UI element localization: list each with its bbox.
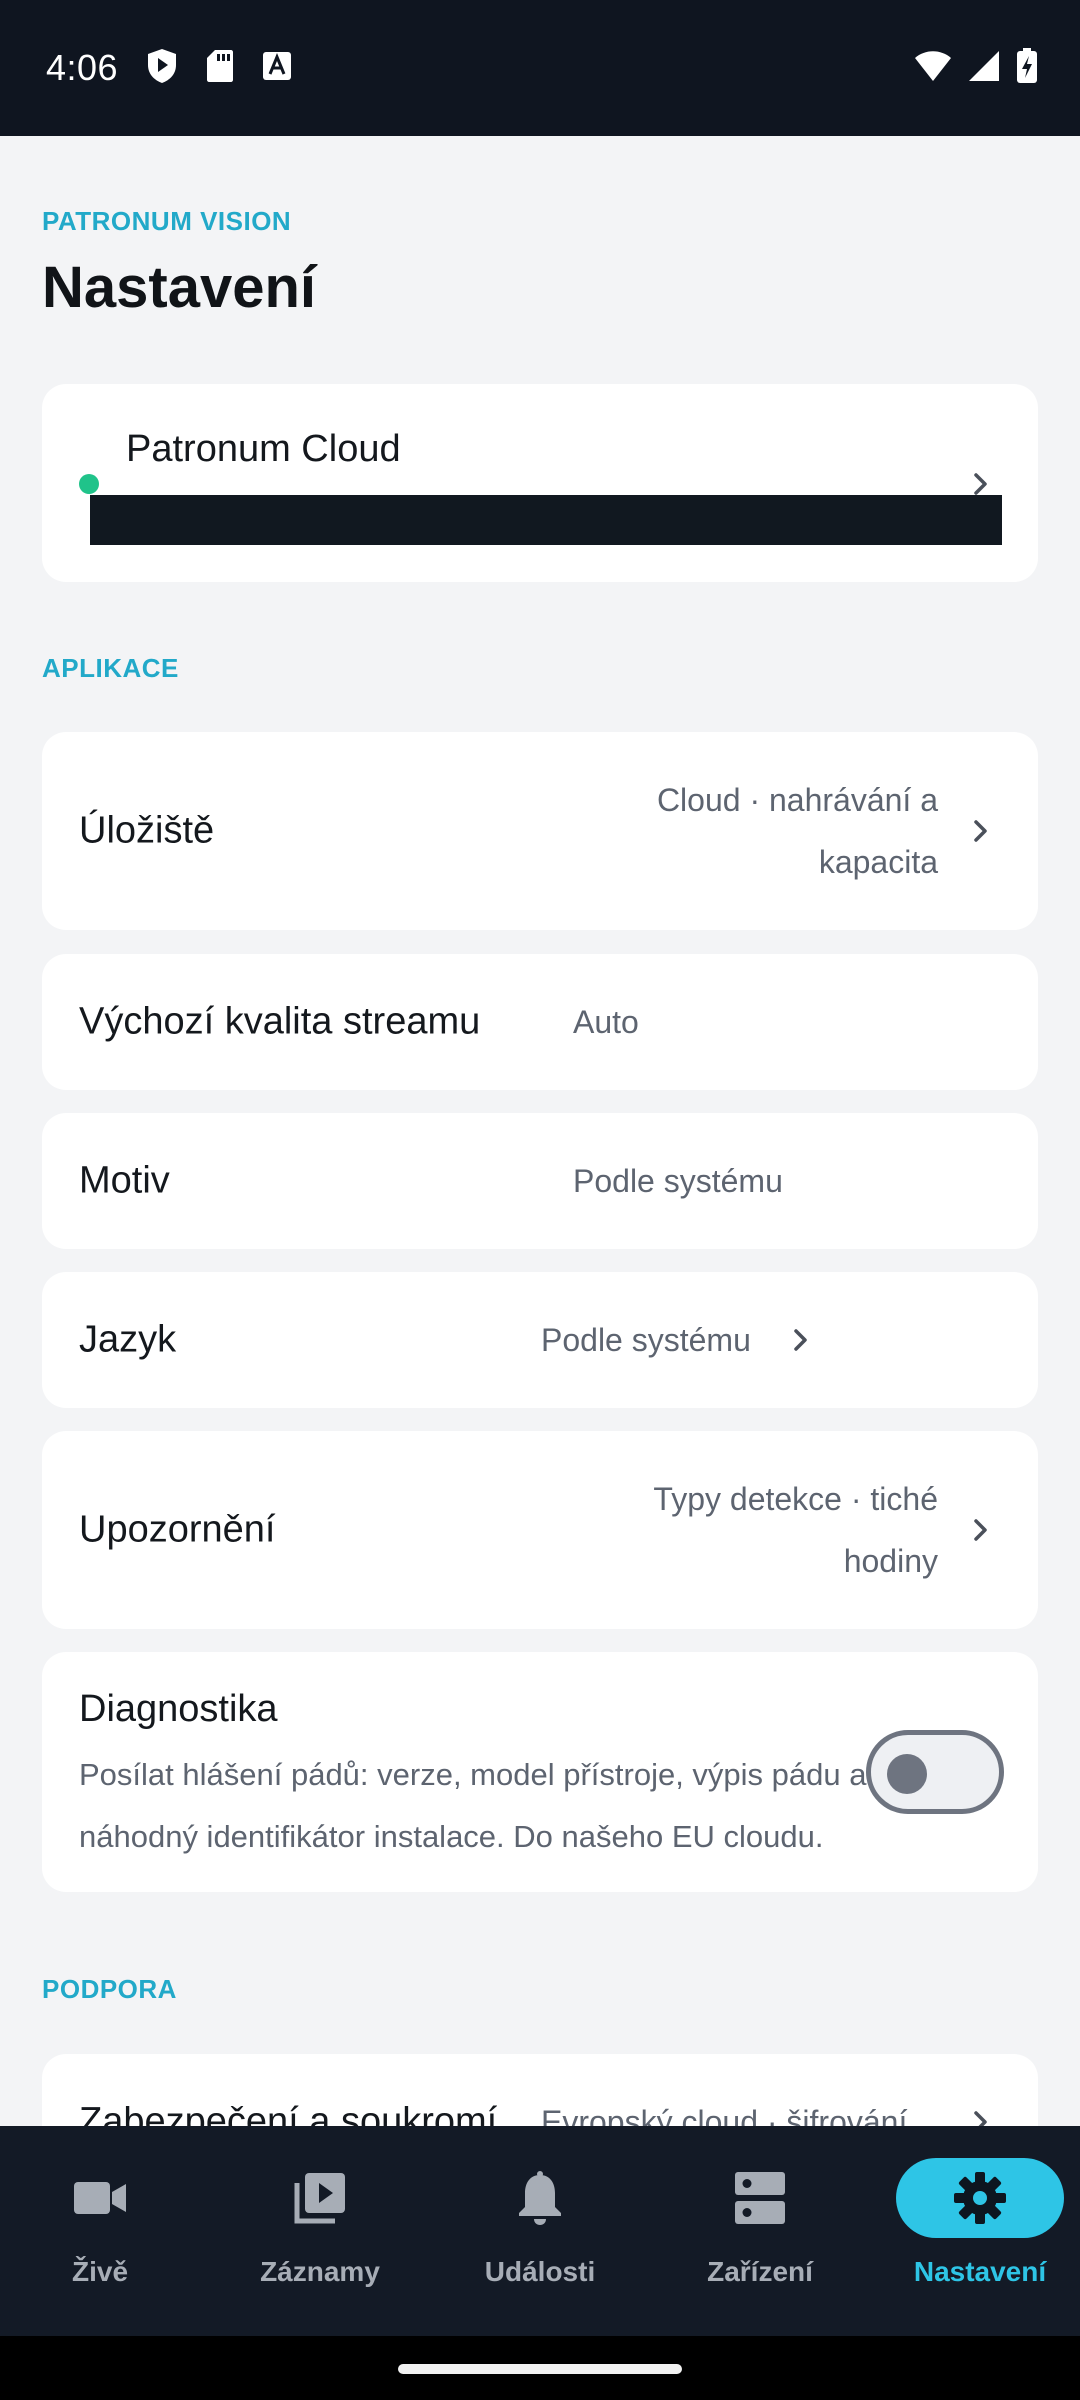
chevron-right-icon (974, 473, 987, 495)
nav-icon-container (456, 2158, 624, 2238)
nav-item-settings[interactable]: Nastavení (880, 2126, 1080, 2336)
chevron-right-icon (974, 2111, 987, 2126)
settings-content[interactable]: PATRONUM VISION Nastavení Patronum Cloud… (0, 136, 1080, 2126)
nav-icon-container (896, 2158, 1064, 2238)
cellular-signal-icon (968, 50, 1000, 87)
theme-row[interactable]: Motiv Podle systému (42, 1113, 1038, 1249)
sd-card-icon (206, 49, 234, 88)
security-label: Zabezpečení a soukromí (79, 2100, 498, 2127)
storage-value-line2: kapacita (818, 844, 938, 880)
notifications-value: Typy detekce · tiché hodiny (653, 1468, 938, 1592)
section-label-support: PODPORA (42, 1974, 177, 2004)
videocam-icon (74, 2182, 126, 2214)
notifications-label: Upozornění (79, 1508, 276, 1551)
nav-item-recordings[interactable]: Záznamy (220, 2126, 420, 2336)
redacted-account-info (90, 495, 1002, 545)
nav-icon-container (16, 2158, 184, 2238)
status-bar: 4:06 (0, 0, 1080, 136)
gear-icon (954, 2172, 1006, 2224)
bell-icon (519, 2171, 561, 2225)
theme-value: Podle systému (573, 1163, 783, 1199)
wifi-icon (914, 50, 952, 87)
devices-icon (735, 2172, 785, 2224)
nav-label: Zařízení (707, 2256, 813, 2287)
language-value: Podle systému (541, 1322, 751, 1358)
nav-label: Události (484, 2256, 596, 2287)
chevron-right-icon (974, 1519, 987, 1541)
stream-quality-label: Výchozí kvalita streamu (79, 1000, 481, 1043)
screen: 4:06 PATRONUM VISION Nastavení Patronum … (0, 0, 1080, 2400)
cloud-account-card[interactable]: Patronum Cloud (42, 384, 1038, 582)
language-label: Jazyk (79, 1318, 177, 1361)
diagnostics-toggle[interactable] (866, 1730, 1004, 1814)
notifications-value-line2: hodiny (843, 1543, 938, 1579)
toggle-knob (887, 1754, 927, 1794)
nav-label: Živě (71, 2256, 129, 2287)
chevron-right-icon (974, 820, 987, 842)
nav-icon-container (236, 2158, 404, 2238)
page-title: Nastavení (42, 255, 317, 320)
notifications-row[interactable]: Upozornění Typy detekce · tiché hodiny (42, 1431, 1038, 1629)
storage-row[interactable]: Úložiště Cloud · nahrávání a kapacita (42, 732, 1038, 930)
section-label-app: APLIKACE (42, 653, 179, 683)
storage-label: Úložiště (79, 809, 215, 852)
nav-item-devices[interactable]: Zařízení (660, 2126, 860, 2336)
nav-label: Nastavení (913, 2256, 1047, 2287)
diagnostics-description: Posílat hlášení pádů: verze, model příst… (79, 1744, 909, 1868)
diagnostics-row: Diagnostika Posílat hlášení pádů: verze,… (42, 1652, 1038, 1892)
diagnostics-desc-line1: Posílat hlášení pádů: verze, model příst… (79, 1757, 867, 1792)
shield-play-icon (146, 48, 178, 89)
font-a-icon (262, 51, 292, 86)
security-value: Evropský cloud · šifrování (541, 2104, 908, 2126)
gesture-bar (0, 2336, 1080, 2400)
language-row[interactable]: Jazyk Podle systému (42, 1272, 1038, 1408)
cloud-title: Patronum Cloud (126, 428, 401, 470)
bottom-navigation: Živě Záznamy Události Zařízení Nastavení (0, 2126, 1080, 2336)
brand-label: PATRONUM VISION (42, 206, 292, 236)
diagnostics-desc-line2: náhodný identifikátor instalace. Do naše… (79, 1819, 824, 1854)
home-gesture-handle[interactable] (398, 2364, 682, 2374)
nav-icon-container (676, 2158, 844, 2238)
online-status-dot (79, 474, 99, 494)
notifications-value-line1: Typy detekce · tiché (653, 1481, 938, 1517)
nav-item-live[interactable]: Živě (0, 2126, 200, 2336)
nav-item-events[interactable]: Události (440, 2126, 640, 2336)
video-library-icon (294, 2173, 345, 2224)
theme-label: Motiv (79, 1159, 170, 1202)
chevron-right-icon (794, 1329, 807, 1351)
diagnostics-label: Diagnostika (79, 1688, 278, 1730)
stream-quality-value: Auto (573, 1004, 639, 1040)
battery-charging-icon (1016, 47, 1038, 89)
storage-value: Cloud · nahrávání a kapacita (657, 769, 938, 893)
status-time: 4:06 (46, 47, 119, 88)
security-privacy-row[interactable]: Zabezpečení a soukromí Evropský cloud · … (42, 2054, 1038, 2126)
stream-quality-row[interactable]: Výchozí kvalita streamu Auto (42, 954, 1038, 1090)
storage-value-line1: Cloud · nahrávání a (656, 782, 938, 818)
nav-label: Záznamy (260, 2256, 380, 2287)
